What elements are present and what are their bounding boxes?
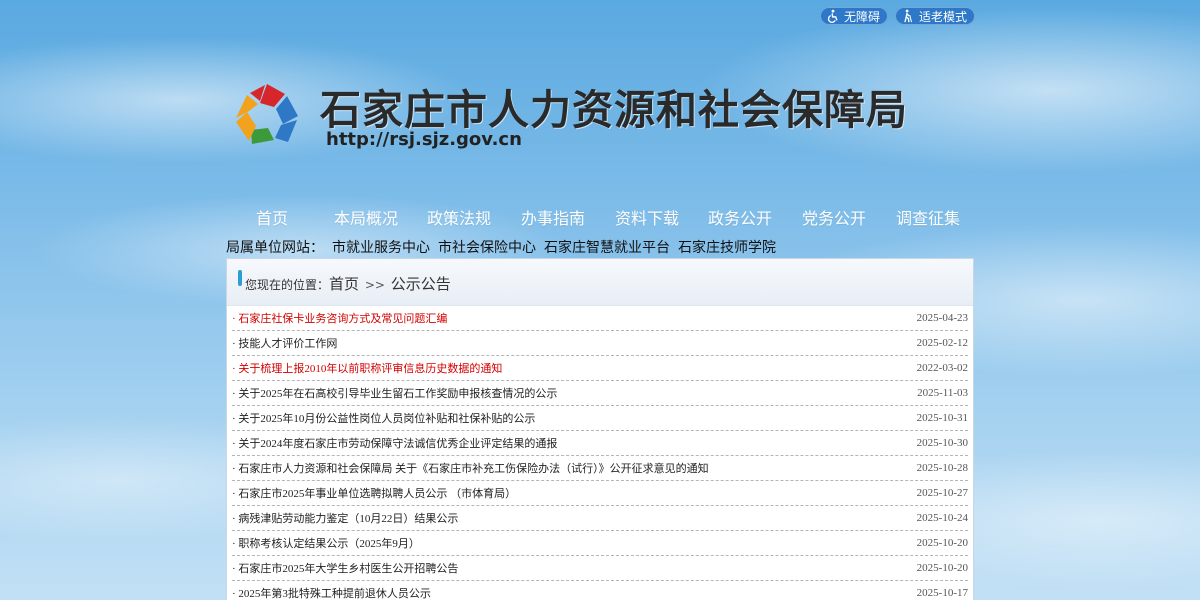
notice-title-link[interactable]: · 石家庄市人力资源和社会保障局 关于《石家庄市补充工伤保险办法（试行）》公开征…: [232, 460, 709, 476]
elderly-mode-button[interactable]: 适老模式: [894, 7, 975, 25]
nav-item-policies[interactable]: 政策法规: [427, 205, 491, 229]
notice-date: 2025-10-27: [916, 487, 968, 499]
nav-item-survey[interactable]: 调查征集: [896, 205, 960, 229]
notice-title-link[interactable]: · 2025年第3批特殊工种提前退休人员公示: [232, 585, 431, 600]
list-item: · 关于2025年10月份公益性岗位人员岗位补贴和社保补贴的公示 2025-10-…: [232, 406, 968, 431]
site-title: 石家庄市人力资源和社会保障局: [320, 86, 908, 134]
nav-item-gov-affairs[interactable]: 政务公开: [708, 205, 772, 229]
notice-date: 2025-10-20: [916, 562, 968, 574]
notice-date: 2025-02-12: [916, 337, 968, 349]
nav-item-downloads[interactable]: 资料下载: [615, 205, 679, 229]
nav-item-party-affairs[interactable]: 党务公开: [802, 205, 866, 229]
notice-date: 2025-10-20: [916, 537, 968, 549]
site-url: http://rsj.sjz.gov.cn: [326, 129, 522, 150]
nav-item-overview[interactable]: 本局概况: [334, 205, 398, 229]
accessibility-label: 无障碍: [843, 9, 880, 24]
notice-date: 2022-03-02: [916, 362, 968, 374]
elderly-mode-label: 适老模式: [918, 9, 967, 24]
nav-item-home[interactable]: 首页: [256, 205, 288, 229]
notice-title-link[interactable]: · 关于2025年10月份公益性岗位人员岗位补贴和社保补贴的公示: [232, 410, 535, 426]
notice-date: 2025-10-28: [916, 462, 968, 474]
content-panel: 您现在的位置：首页 >> 公示公告 · 石家庄社保卡业务咨询方式及常见问题汇编 2…: [226, 258, 974, 600]
list-item: · 病残津贴劳动能力鉴定（10月22日）结果公示 2025-10-24: [232, 506, 968, 531]
notice-title-link[interactable]: · 关于2024年度石家庄市劳动保障守法诚信优秀企业评定结果的通报: [232, 435, 557, 451]
notice-date: 2025-10-31: [916, 412, 968, 424]
notice-date: 2025-11-03: [917, 387, 968, 399]
unit-link-social-insurance-center[interactable]: 市社会保险中心: [438, 237, 536, 257]
bureau-logo: [236, 84, 298, 144]
notice-title-link[interactable]: · 石家庄市2025年事业单位选聘拟聘人员公示 （市体育局）: [232, 485, 516, 501]
notice-date: 2025-10-24: [916, 512, 968, 524]
notice-title-link[interactable]: · 病残津贴劳动能力鉴定（10月22日）结果公示: [232, 510, 458, 526]
notice-date: 2025-04-23: [916, 312, 968, 324]
list-item: · 石家庄社保卡业务咨询方式及常见问题汇编 2025-04-23: [232, 306, 968, 331]
top-tools: 无障碍 适老模式: [819, 7, 975, 25]
list-item: · 关于2025年在石高校引导毕业生留石工作奖励申报核查情况的公示 2025-11…: [232, 381, 968, 406]
unit-link-technician-college[interactable]: 石家庄技师学院: [678, 237, 776, 257]
nav-item-guide[interactable]: 办事指南: [521, 205, 585, 229]
list-item: · 关于2024年度石家庄市劳动保障守法诚信优秀企业评定结果的通报 2025-10…: [232, 431, 968, 456]
breadcrumb: 您现在的位置：首页 >> 公示公告: [245, 273, 451, 294]
notice-date: 2025-10-30: [916, 437, 968, 449]
notice-title-link[interactable]: · 职称考核认定结果公示（2025年9月）: [232, 535, 420, 551]
unit-link-smart-employment-platform[interactable]: 石家庄智慧就业平台: [544, 237, 670, 257]
notice-title-link[interactable]: · 关于梳理上报2010年以前职称评审信息历史数据的通知: [232, 360, 502, 376]
list-item: · 石家庄市2025年事业单位选聘拟聘人员公示 （市体育局） 2025-10-27: [232, 481, 968, 506]
wheelchair-icon: [827, 9, 838, 23]
notice-title-link[interactable]: · 技能人才评价工作网: [232, 335, 337, 351]
header-accent-bar: [238, 270, 242, 286]
breadcrumb-current: 公示公告: [390, 275, 451, 293]
list-item: · 关于梳理上报2010年以前职称评审信息历史数据的通知 2022-03-02: [232, 356, 968, 381]
accessibility-button[interactable]: 无障碍: [819, 7, 888, 25]
main-nav: 首页 本局概况 政策法规 办事指南 资料下载 政务公开 党务公开 调查征集: [230, 205, 980, 229]
notice-date: 2025-10-17: [916, 587, 968, 599]
breadcrumb-home-link[interactable]: 首页: [329, 275, 359, 293]
list-item: · 技能人才评价工作网 2025-02-12: [232, 331, 968, 356]
panel-header: 您现在的位置：首页 >> 公示公告: [227, 259, 973, 306]
list-item: · 石家庄市2025年大学生乡村医生公开招聘公告 2025-10-20: [232, 556, 968, 581]
notice-title-link[interactable]: · 石家庄市2025年大学生乡村医生公开招聘公告: [232, 560, 458, 576]
list-item: · 石家庄市人力资源和社会保障局 关于《石家庄市补充工伤保险办法（试行）》公开征…: [232, 456, 968, 481]
breadcrumb-separator: >>: [364, 278, 385, 292]
breadcrumb-prefix: 您现在的位置：: [245, 278, 330, 292]
unit-link-employment-center[interactable]: 市就业服务中心: [332, 237, 430, 257]
notice-list: · 石家庄社保卡业务咨询方式及常见问题汇编 2025-04-23 · 技能人才评价工…: [227, 306, 973, 600]
affiliated-sites-label: 局属单位网站：: [226, 240, 324, 256]
notice-title-link[interactable]: · 石家庄社保卡业务咨询方式及常见问题汇编: [232, 310, 447, 326]
notice-title-link[interactable]: · 关于2025年在石高校引导毕业生留石工作奖励申报核查情况的公示: [232, 385, 557, 401]
affiliated-sites: 局属单位网站： 市就业服务中心 市社会保险中心 石家庄智慧就业平台 石家庄技师学…: [226, 237, 776, 257]
elderly-icon: [904, 9, 912, 23]
list-item: · 2025年第3批特殊工种提前退休人员公示 2025-10-17: [232, 581, 968, 600]
list-item: · 职称考核认定结果公示（2025年9月） 2025-10-20: [232, 531, 968, 556]
